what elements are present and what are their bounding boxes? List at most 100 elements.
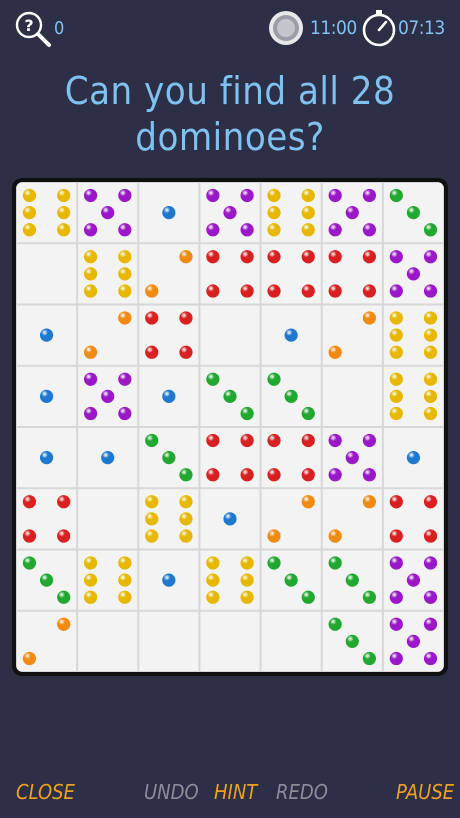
- pip: [206, 556, 220, 570]
- grid-cell[interactable]: [16, 304, 78, 366]
- grid-cell[interactable]: [16, 427, 78, 489]
- grid-cell[interactable]: [260, 182, 322, 244]
- undo-button[interactable]: UNDO: [144, 780, 199, 804]
- board-grid[interactable]: [16, 182, 444, 672]
- grid-cell[interactable]: [77, 243, 139, 305]
- pause-button[interactable]: PAUSE: [396, 780, 454, 804]
- grid-cell[interactable]: [77, 610, 139, 672]
- pip: [362, 590, 377, 604]
- grid-cell[interactable]: [260, 243, 322, 305]
- grid-cell[interactable]: [382, 365, 444, 427]
- grid-cell[interactable]: [382, 488, 444, 550]
- pip: [362, 188, 377, 203]
- grid-cell[interactable]: [138, 365, 200, 427]
- grid-cell[interactable]: [138, 549, 200, 611]
- pip: [145, 529, 159, 543]
- grid-cell[interactable]: [199, 549, 261, 611]
- grid-cell[interactable]: [16, 365, 78, 427]
- grid-cell[interactable]: [138, 427, 200, 489]
- grid-cell[interactable]: [321, 427, 383, 489]
- pip: [83, 372, 98, 386]
- grid-cell[interactable]: [16, 488, 78, 550]
- grid-cell[interactable]: [16, 182, 78, 244]
- pip: [362, 250, 377, 264]
- pip: [162, 206, 176, 220]
- grid-cell[interactable]: [321, 182, 383, 244]
- grid-cell[interactable]: [321, 304, 383, 366]
- grid-cell[interactable]: [77, 182, 139, 244]
- grid-cell[interactable]: [16, 243, 78, 305]
- pip: [179, 468, 193, 482]
- grid-cell[interactable]: [382, 182, 444, 244]
- pip: [362, 651, 377, 666]
- pip: [423, 651, 438, 666]
- grid-cell[interactable]: [382, 427, 444, 489]
- grid-cell[interactable]: [260, 549, 322, 611]
- pip: [39, 389, 54, 403]
- grid-cell[interactable]: [260, 365, 322, 427]
- grid-cell[interactable]: [77, 549, 139, 611]
- grid-cell[interactable]: [77, 365, 139, 427]
- pip: [301, 433, 315, 448]
- grid-cell[interactable]: [77, 488, 139, 550]
- pip: [83, 188, 98, 203]
- grid-cell[interactable]: [199, 243, 261, 305]
- pip: [240, 223, 254, 237]
- pip: [406, 451, 421, 465]
- pip: [39, 328, 54, 342]
- grid-cell[interactable]: [382, 549, 444, 611]
- grid-cell[interactable]: [321, 365, 383, 427]
- grid-cell[interactable]: [199, 488, 261, 550]
- grid-cell[interactable]: [321, 610, 383, 672]
- grid-cell[interactable]: [321, 549, 383, 611]
- redo-button[interactable]: REDO: [276, 780, 328, 804]
- pip: [240, 556, 254, 570]
- pip: [362, 311, 377, 325]
- grid-cell[interactable]: [16, 549, 78, 611]
- pip: [301, 406, 315, 421]
- pip: [240, 188, 254, 203]
- pip: [267, 188, 281, 203]
- pip: [423, 389, 438, 403]
- grid-cell[interactable]: [382, 243, 444, 305]
- grid-cell[interactable]: [260, 610, 322, 672]
- pip: [345, 573, 359, 587]
- pip: [328, 529, 342, 543]
- pip: [267, 206, 281, 220]
- grid-cell[interactable]: [199, 610, 261, 672]
- pip: [423, 284, 438, 298]
- grid-cell[interactable]: [260, 304, 322, 366]
- grid-cell[interactable]: [199, 182, 261, 244]
- pip: [83, 345, 98, 359]
- grid-cell[interactable]: [77, 304, 139, 366]
- pip: [57, 590, 71, 604]
- pip: [328, 468, 342, 482]
- close-button[interactable]: CLOSE: [16, 780, 75, 804]
- grid-cell[interactable]: [138, 610, 200, 672]
- grid-cell[interactable]: [138, 488, 200, 550]
- grid-cell[interactable]: [138, 304, 200, 366]
- grid-cell[interactable]: [382, 304, 444, 366]
- grid-cell[interactable]: [16, 610, 78, 672]
- coin-icon: [269, 11, 303, 45]
- grid-cell[interactable]: [138, 243, 200, 305]
- grid-cell[interactable]: [321, 243, 383, 305]
- grid-cell[interactable]: [199, 304, 261, 366]
- grid-cell[interactable]: [260, 488, 322, 550]
- grid-cell[interactable]: [138, 182, 200, 244]
- grid-cell[interactable]: [199, 427, 261, 489]
- grid-cell[interactable]: [321, 488, 383, 550]
- pip: [406, 267, 421, 281]
- pip: [22, 651, 37, 666]
- pip: [83, 573, 98, 587]
- pip: [406, 573, 421, 587]
- grid-cell[interactable]: [199, 365, 261, 427]
- pip: [362, 433, 377, 448]
- pip: [328, 556, 342, 570]
- search-hint-icon[interactable]: ?: [14, 10, 54, 48]
- grid-cell[interactable]: [382, 610, 444, 672]
- hint-button[interactable]: HINT: [214, 780, 257, 804]
- grid-cell[interactable]: [77, 427, 139, 489]
- pip: [389, 284, 403, 298]
- grid-cell[interactable]: [260, 427, 322, 489]
